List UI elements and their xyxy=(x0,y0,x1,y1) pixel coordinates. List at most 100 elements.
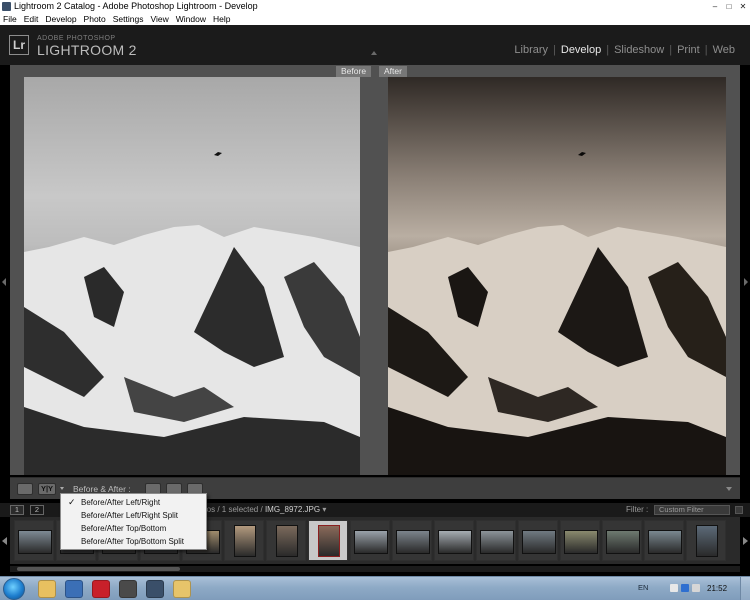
maximize-icon[interactable]: □ xyxy=(724,2,734,12)
flag-icon[interactable] xyxy=(670,584,678,592)
checkmark-icon: ✓ xyxy=(68,497,76,507)
filmstrip-thumbnail[interactable] xyxy=(686,520,726,561)
mountain-after-image xyxy=(388,152,726,475)
module-print[interactable]: Print xyxy=(677,44,700,56)
menu-help[interactable]: Help xyxy=(213,13,230,25)
filter-select[interactable]: Custom Filter xyxy=(654,505,730,515)
taskbar-disk-icon[interactable] xyxy=(119,580,137,598)
brand: ADOBE PHOTOSHOP LIGHTROOM 2 xyxy=(37,35,137,57)
menu-item-label: Before/After Left/Right xyxy=(81,498,161,507)
lightroom-app-icon xyxy=(2,2,11,11)
top-panel-toggle-icon[interactable] xyxy=(371,51,377,55)
menu-photo[interactable]: Photo xyxy=(84,13,106,25)
show-desktop-button[interactable] xyxy=(740,577,750,600)
filmstrip-scrollbar[interactable] xyxy=(10,566,740,572)
secondary-window-button[interactable]: 2 xyxy=(30,505,44,515)
thumbnail-image xyxy=(522,530,556,554)
before-after-mode-menu: ✓ Before/After Left/Right Before/After L… xyxy=(60,493,207,550)
menu-item-top-bottom[interactable]: Before/After Top/Bottom xyxy=(61,522,206,535)
menu-item-top-bottom-split[interactable]: Before/After Top/Bottom Split xyxy=(61,535,206,548)
taskbar-opera-icon[interactable] xyxy=(92,580,110,598)
thumbnail-image xyxy=(696,525,718,557)
taskbar-clock[interactable]: 21:52 xyxy=(707,584,727,593)
filename-caret-icon[interactable]: ▾ xyxy=(322,505,326,514)
thumbnail-image xyxy=(318,525,340,557)
input-language[interactable]: EN xyxy=(638,583,648,592)
before-photo[interactable] xyxy=(24,77,360,475)
menu-item-left-right-split[interactable]: Before/After Left/Right Split xyxy=(61,509,206,522)
identity-plate: Lr ADOBE PHOTOSHOP LIGHTROOM 2 Library |… xyxy=(0,25,750,65)
menu-item-left-right[interactable]: ✓ Before/After Left/Right xyxy=(61,496,206,509)
taskbar-explorer-icon[interactable] xyxy=(38,580,56,598)
filmstrip-thumbnail[interactable] xyxy=(434,520,474,561)
after-photo[interactable] xyxy=(388,77,726,475)
filmstrip-thumbnail[interactable] xyxy=(518,520,558,561)
menu-edit[interactable]: Edit xyxy=(24,13,39,25)
before-label: Before xyxy=(336,66,372,77)
network-icon[interactable] xyxy=(681,584,689,592)
filmstrip-thumbnail[interactable] xyxy=(350,520,390,561)
thumbnail-image xyxy=(276,525,298,557)
thumbnail-image xyxy=(396,530,430,554)
minimize-icon[interactable]: – xyxy=(710,2,720,12)
loupe-view-button[interactable] xyxy=(17,483,33,495)
after-label: After xyxy=(379,66,407,77)
filmstrip-source-path[interactable]: otos / 1 selected / IMG_8972.JPG ▾ xyxy=(200,505,326,515)
filmstrip-scroll-right-icon[interactable] xyxy=(743,537,748,545)
toolbar-content-caret-icon[interactable] xyxy=(726,487,732,491)
window-titlebar: Lightroom 2 Catalog - Adobe Photoshop Li… xyxy=(0,0,750,13)
module-separator: | xyxy=(553,44,556,56)
filmstrip-scroll-left-icon[interactable] xyxy=(2,537,7,545)
filmstrip-thumbnail[interactable] xyxy=(308,520,348,561)
menu-settings[interactable]: Settings xyxy=(113,13,144,25)
window-title: Lightroom 2 Catalog - Adobe Photoshop Li… xyxy=(14,1,258,11)
taskbar-folder-icon[interactable] xyxy=(173,580,191,598)
selection-count: otos / 1 selected / xyxy=(200,505,265,514)
module-library[interactable]: Library xyxy=(514,44,548,56)
view-mode-caret-icon[interactable] xyxy=(60,487,64,490)
thumbnail-image xyxy=(606,530,640,554)
mountain-before-image xyxy=(24,152,360,475)
filmstrip-scroll-thumb[interactable] xyxy=(17,567,180,571)
thumbnail-image xyxy=(18,530,52,554)
menu-item-label: Before/After Top/Bottom Split xyxy=(81,537,185,546)
window-controls: – □ ✕ xyxy=(710,0,748,13)
before-after-view-button[interactable]: Y|Y xyxy=(38,483,56,495)
filter-label: Filter : xyxy=(626,505,649,514)
filmstrip-thumbnail[interactable] xyxy=(392,520,432,561)
module-slideshow[interactable]: Slideshow xyxy=(614,44,664,56)
filmstrip-thumbnail[interactable] xyxy=(644,520,684,561)
before-after-preview: Before After xyxy=(10,65,740,475)
filmstrip-thumbnail[interactable] xyxy=(266,520,306,561)
start-button[interactable] xyxy=(3,578,25,600)
filmstrip-thumbnail[interactable] xyxy=(476,520,516,561)
module-develop[interactable]: Develop xyxy=(561,44,601,56)
volume-icon[interactable] xyxy=(692,584,700,592)
filmstrip-thumbnail[interactable] xyxy=(14,520,54,561)
menu-develop[interactable]: Develop xyxy=(45,13,76,25)
menu-bar: File Edit Develop Photo Settings View Wi… xyxy=(0,13,750,25)
filter-lock-icon[interactable] xyxy=(735,506,743,514)
filmstrip-thumbnail[interactable] xyxy=(560,520,600,561)
left-panel-toggle-icon[interactable] xyxy=(2,278,6,286)
thumbnail-image xyxy=(438,530,472,554)
taskbar-save-icon[interactable] xyxy=(65,580,83,598)
current-filename: IMG_8972.JPG xyxy=(264,505,321,514)
menu-file[interactable]: File xyxy=(3,13,17,25)
thumbnail-image xyxy=(648,530,682,554)
menu-item-label: Before/After Top/Bottom xyxy=(81,524,167,533)
menu-view[interactable]: View xyxy=(150,13,168,25)
close-icon[interactable]: ✕ xyxy=(738,2,748,12)
main-window-button[interactable]: 1 xyxy=(10,505,24,515)
thumbnail-image xyxy=(564,530,598,554)
right-panel-toggle-icon[interactable] xyxy=(744,278,748,286)
menu-window[interactable]: Window xyxy=(176,13,206,25)
filmstrip-thumbnail[interactable] xyxy=(224,520,264,561)
module-web[interactable]: Web xyxy=(713,44,735,56)
module-picker: Library | Develop | Slideshow | Print | … xyxy=(509,44,740,56)
taskbar-lightroom-icon[interactable] xyxy=(146,580,164,598)
filmstrip-thumbnail[interactable] xyxy=(602,520,642,561)
thumbnail-image xyxy=(234,525,256,557)
thumbnail-image xyxy=(480,530,514,554)
module-separator: | xyxy=(606,44,610,56)
